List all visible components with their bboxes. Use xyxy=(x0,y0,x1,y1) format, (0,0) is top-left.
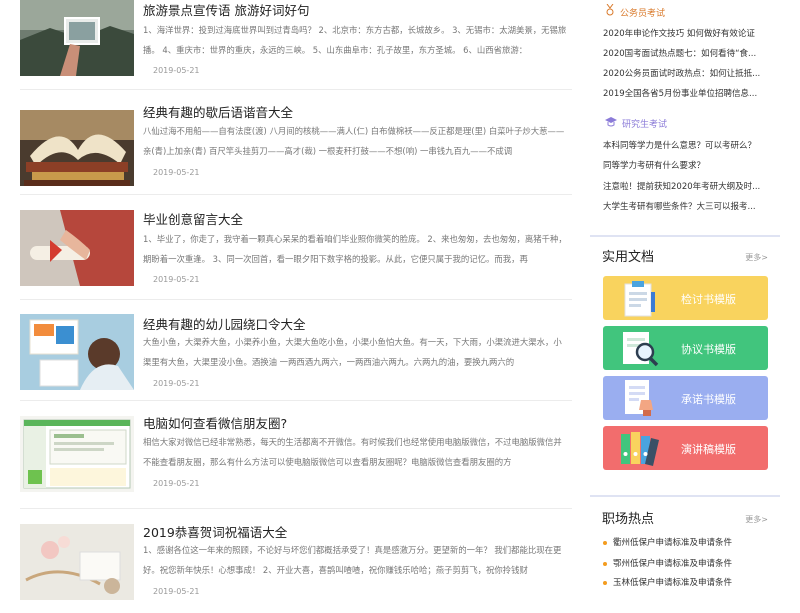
exam-link[interactable]: 注意啦！提前获知2020年考研大纲及时... xyxy=(603,180,768,192)
article-title[interactable]: 经典有趣的歇后语谐音大全 xyxy=(143,102,293,121)
exam-link[interactable]: 同等学力考研有什么要求？ xyxy=(603,159,768,171)
article-thumbnail[interactable] xyxy=(20,524,134,600)
hot-topic-item[interactable]: 鄂州低保户申请标准及申请条件 xyxy=(603,557,732,569)
exam-link[interactable]: 大学生考研有哪些条件？大三可以报考... xyxy=(603,200,768,212)
hot-topic-label: 玉林低保户申请标准及申请条件 xyxy=(613,578,733,588)
exam-category-civil[interactable]: 公务员考试 xyxy=(605,3,666,19)
article-item[interactable]: 经典有趣的幼儿园绕口令大全 大鱼小鱼，大渠养大鱼，小渠养小鱼，大渠大鱼吃小鱼，小… xyxy=(20,300,572,401)
exam-links-box: 公务员考试 2020年申论作文技巧 如何做好有效论证 2020国考面试热点题七：… xyxy=(590,0,780,225)
doc-button-label: 检讨书模版 xyxy=(681,293,736,306)
binders-icon xyxy=(621,432,659,466)
docs-header: 实用文档 更多> xyxy=(590,235,780,273)
bullet-icon xyxy=(603,540,607,545)
article-date: 2019-05-21 xyxy=(153,275,200,284)
bullet-icon xyxy=(603,561,607,566)
docs-box: 实用文档 更多> 检讨书模版 协议书模版 承诺书模版 演讲稿模版 xyxy=(590,235,780,485)
medal-icon xyxy=(605,3,615,19)
doc-button-speech[interactable]: 演讲稿模版 xyxy=(603,426,768,470)
article-thumbnail[interactable] xyxy=(20,416,134,492)
article-thumbnail[interactable] xyxy=(20,110,134,186)
document-stamp-icon xyxy=(625,380,653,416)
article-summary: 相信大家对微信已经非常熟悉，每天的生活都离不开微信。有时候我们也经常使用电脑版微… xyxy=(143,437,562,467)
article-title[interactable]: 经典有趣的幼儿园绕口令大全 xyxy=(143,314,306,333)
article-item[interactable]: 电脑如何查看微信朋友圈? 相信大家对微信已经非常熟悉，每天的生活都离不开微信。有… xyxy=(20,401,572,509)
doc-button-review[interactable]: 检讨书模版 xyxy=(603,276,768,320)
hot-topic-item[interactable]: 玉林低保户申请标准及申请条件 xyxy=(603,576,732,588)
article-date: 2019-05-21 xyxy=(153,168,200,177)
doc-button-agreement[interactable]: 协议书模版 xyxy=(603,326,768,370)
article-summary: 1、感谢各位这一年来的照顾，不论好与坏您们都概括承受了！真是感激万分。更望新的一… xyxy=(143,545,562,575)
article-summary: 1、海洋世界：投到过海底世界叫到过青岛吗？ 2、北京市：东方古都，长城故乡。 3… xyxy=(143,25,567,55)
article-list: 旅游景点宣传语 旅游好词好句 1、海洋世界：投到过海底世界叫到过青岛吗？ 2、北… xyxy=(20,0,572,613)
exam-link[interactable]: 2020公务员面试时政热点：如何让抵抵... xyxy=(603,67,768,79)
article-title[interactable]: 毕业创意留言大全 xyxy=(143,209,243,228)
doc-button-label: 承诺书模版 xyxy=(681,393,736,406)
exam-category-label: 研究生考试 xyxy=(622,120,668,130)
article-summary: 大鱼小鱼，大渠养大鱼，小渠养小鱼，大渠大鱼吃小鱼，小渠小鱼怕大鱼。有一天，下大雨… xyxy=(143,337,562,367)
article-title[interactable]: 旅游景点宣传语 旅游好词好句 xyxy=(143,0,309,19)
sidebar: 公务员考试 2020年申论作文技巧 如何做好有效论证 2020国考面试热点题七：… xyxy=(590,0,780,597)
exam-link[interactable]: 2020年申论作文技巧 如何做好有效论证 xyxy=(603,27,768,39)
exam-link[interactable]: 本科同等学力是什么意思？可以考研么？ xyxy=(603,139,768,151)
hot-topic-item[interactable]: 衢州低保户申请标准及申请条件 xyxy=(603,536,732,548)
article-thumbnail[interactable] xyxy=(20,314,134,390)
doc-button-pledge[interactable]: 承诺书模版 xyxy=(603,376,768,420)
article-summary: 八仙过海不用船——自有法度(渡) 八月间的核桃——满人(仁) 白布做棉袄——反正… xyxy=(143,126,565,156)
graduation-cap-icon xyxy=(605,117,617,130)
hot-topics-box: 职场热点 更多> 衢州低保户申请标准及申请条件 鄂州低保户申请标准及申请条件 玉… xyxy=(590,495,780,597)
exam-category-label: 公务员考试 xyxy=(620,9,666,19)
exam-category-postgrad[interactable]: 研究生考试 xyxy=(605,117,667,130)
clipboard-icon xyxy=(624,281,655,317)
article-item[interactable]: 旅游景点宣传语 旅游好词好句 1、海洋世界：投到过海底世界叫到过青岛吗？ 2、北… xyxy=(20,0,572,90)
exam-link[interactable]: 2020国考面试热点题七：如何看待“食... xyxy=(603,47,768,59)
article-item[interactable]: 2019恭喜贺词祝福语大全 1、感谢各位这一年来的照顾，不论好与坏您们都概括承受… xyxy=(20,509,572,613)
article-item[interactable]: 毕业创意留言大全 1、毕业了，你走了，我守着一颗真心呆呆的看着咱们毕业照你微笑的… xyxy=(20,195,572,300)
hot-topic-label: 衢州低保户申请标准及申请条件 xyxy=(613,538,733,548)
section-title: 职场热点 xyxy=(602,512,655,527)
article-date: 2019-05-21 xyxy=(153,587,200,596)
exam-link[interactable]: 2019全国各省5月份事业单位招聘信息... xyxy=(603,87,768,99)
article-title[interactable]: 2019恭喜贺词祝福语大全 xyxy=(143,522,287,541)
more-link[interactable]: 更多> xyxy=(745,514,768,525)
article-date: 2019-05-21 xyxy=(153,66,200,75)
hot-topic-label: 鄂州低保户申请标准及申请条件 xyxy=(613,559,733,569)
magnifier-document-icon xyxy=(623,332,659,367)
article-thumbnail[interactable] xyxy=(20,210,134,286)
article-title[interactable]: 电脑如何查看微信朋友圈? xyxy=(143,413,287,432)
article-date: 2019-05-21 xyxy=(153,379,200,388)
more-link[interactable]: 更多> xyxy=(745,252,768,263)
article-item[interactable]: 经典有趣的歇后语谐音大全 八仙过海不用船——自有法度(渡) 八月间的核桃——满人… xyxy=(20,90,572,195)
section-title: 实用文档 xyxy=(602,250,655,265)
hot-topics-header: 职场热点 更多> xyxy=(590,495,780,533)
article-thumbnail[interactable] xyxy=(20,0,134,76)
article-summary: 1、毕业了，你走了，我守着一颗真心呆呆的看着咱们毕业照你微笑的脸庞。 2、来也匆… xyxy=(143,234,567,264)
doc-button-label: 协议书模版 xyxy=(681,343,736,356)
doc-button-label: 演讲稿模版 xyxy=(681,443,736,456)
article-date: 2019-05-21 xyxy=(153,479,200,488)
bullet-icon xyxy=(603,580,607,585)
